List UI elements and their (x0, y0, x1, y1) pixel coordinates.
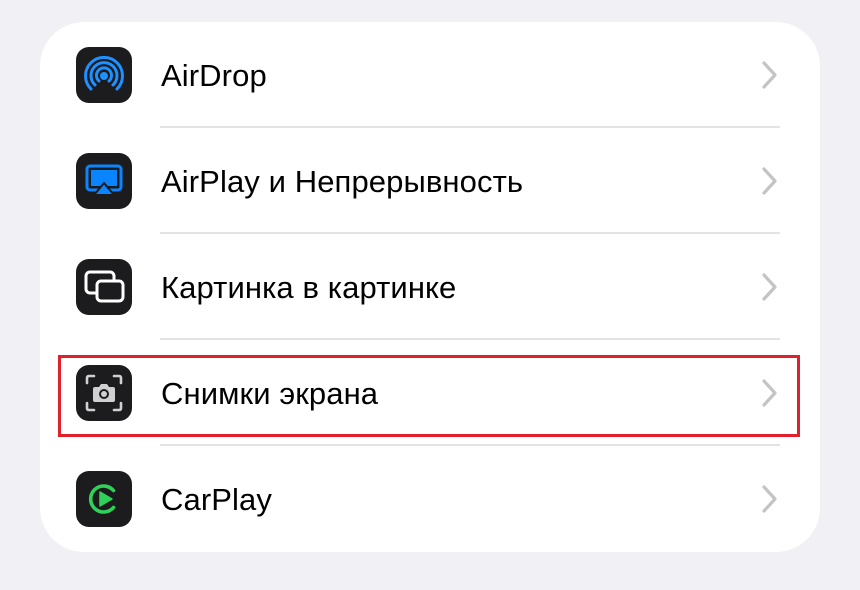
settings-row-label: AirDrop (161, 58, 267, 93)
chevron-right-icon (762, 61, 777, 89)
settings-row-label: Картинка в картинке (161, 270, 457, 305)
settings-group-card: AirDrop AirPlay и Непрерывность Картинка… (40, 22, 820, 552)
screenshot-camera-icon (76, 365, 132, 421)
settings-row-carplay[interactable]: CarPlay (40, 446, 820, 552)
settings-row-airdrop[interactable]: AirDrop (40, 22, 820, 128)
chevron-right-icon (762, 273, 777, 301)
chevron-right-icon (762, 167, 777, 195)
chevron-right-icon (762, 485, 777, 513)
settings-row-airplay-continuity[interactable]: AirPlay и Непрерывность (40, 128, 820, 234)
settings-row-label: AirPlay и Непрерывность (161, 164, 524, 199)
settings-row-picture-in-picture[interactable]: Картинка в картинке (40, 234, 820, 340)
carplay-icon (76, 471, 132, 527)
chevron-right-icon (762, 379, 777, 407)
settings-row-screenshots[interactable]: Снимки экрана (40, 340, 820, 446)
settings-row-label: Снимки экрана (161, 376, 379, 411)
picture-in-picture-icon (76, 259, 132, 315)
airplay-icon (76, 153, 132, 209)
airdrop-icon (76, 47, 132, 103)
settings-row-label: CarPlay (161, 482, 272, 517)
